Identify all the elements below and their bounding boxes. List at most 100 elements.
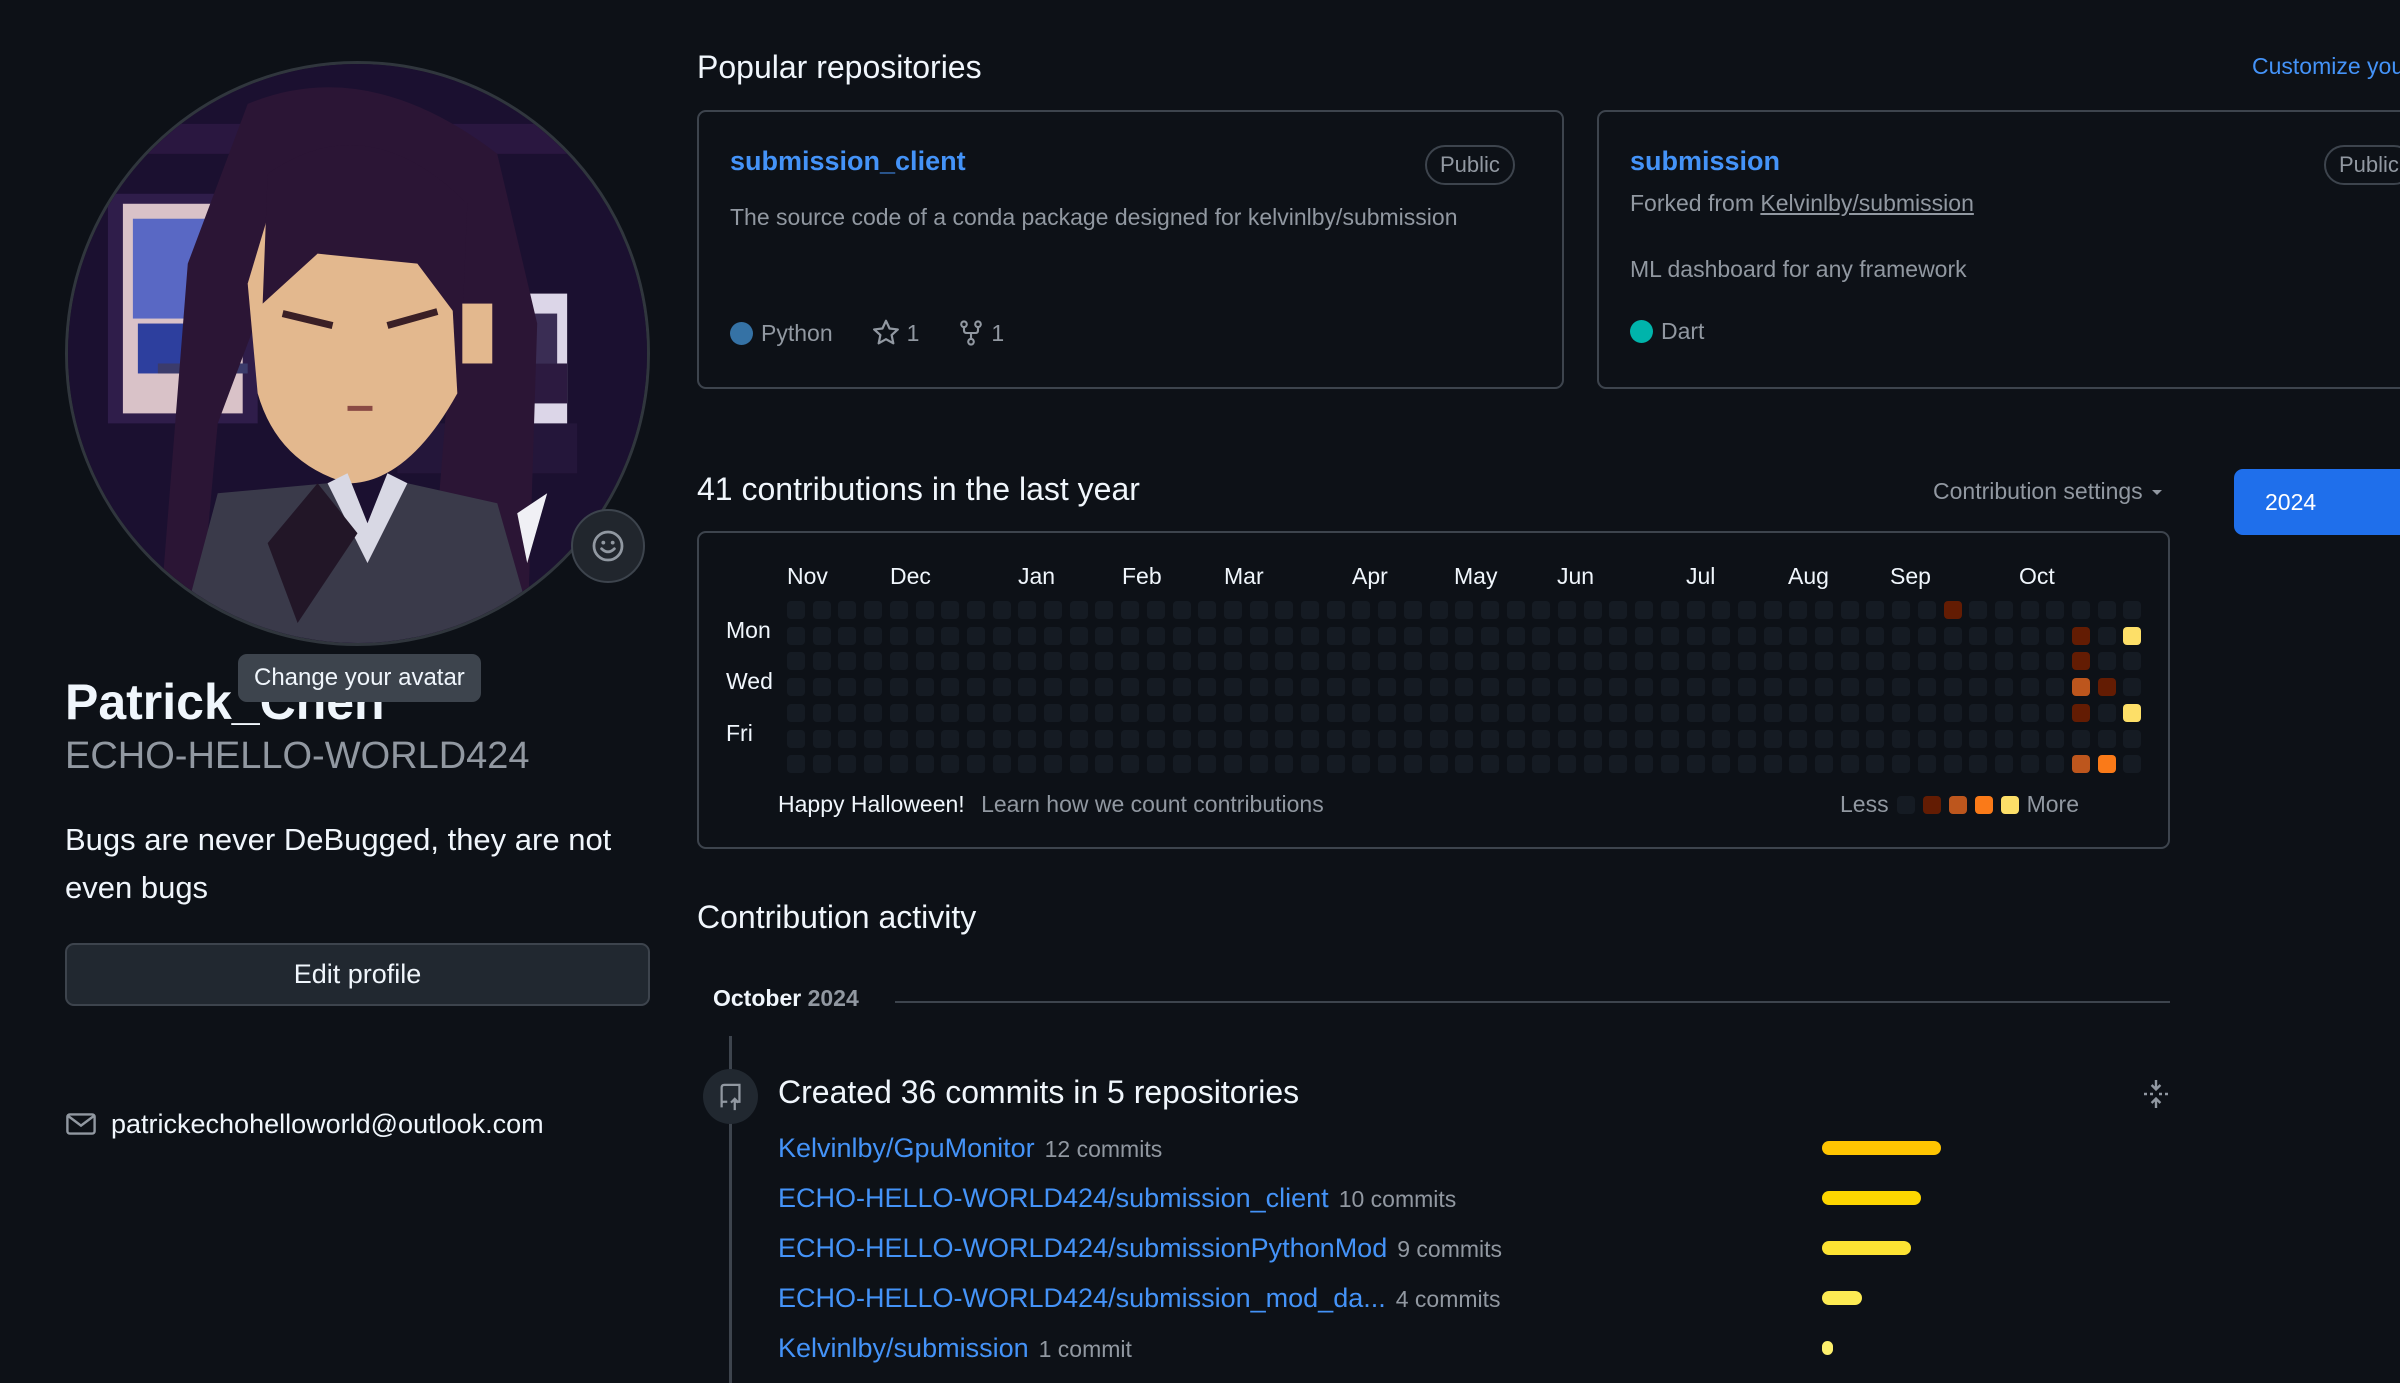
edit-profile-button[interactable]: Edit profile (65, 943, 650, 1006)
contribution-day-cell[interactable] (1044, 729, 1062, 748)
contribution-day-cell[interactable] (992, 601, 1011, 619)
contribution-day-cell[interactable] (1301, 626, 1319, 645)
contribution-day-cell[interactable] (1969, 652, 1988, 671)
contribution-day-cell[interactable] (1660, 652, 1679, 671)
contribution-day-cell[interactable] (1558, 601, 1576, 619)
contribution-day-cell[interactable] (1480, 601, 1499, 619)
contribution-day-cell[interactable] (992, 703, 1011, 722)
contribution-day-cell[interactable] (1275, 626, 1294, 645)
contribution-day-cell[interactable] (1635, 601, 1654, 619)
contribution-day-cell[interactable] (2097, 678, 2116, 697)
contribution-day-cell[interactable] (1378, 729, 1397, 748)
contribution-day-cell[interactable] (1069, 729, 1088, 748)
contribution-day-cell[interactable] (812, 729, 831, 748)
contribution-day-cell[interactable] (1686, 601, 1705, 619)
contribution-day-cell[interactable] (1583, 755, 1602, 774)
contribution-day-cell[interactable] (1994, 601, 2013, 619)
contribution-day-cell[interactable] (1532, 703, 1551, 722)
contribution-day-cell[interactable] (1969, 755, 1988, 774)
contribution-day-cell[interactable] (1480, 729, 1499, 748)
contribution-day-cell[interactable] (1146, 729, 1165, 748)
contribution-day-cell[interactable] (812, 755, 831, 774)
contribution-day-cell[interactable] (1121, 678, 1140, 697)
contribution-day-cell[interactable] (1172, 626, 1191, 645)
contribution-day-cell[interactable] (1069, 652, 1088, 671)
contribution-day-cell[interactable] (1763, 703, 1782, 722)
contribution-day-cell[interactable] (1506, 678, 1525, 697)
contribution-day-cell[interactable] (2046, 678, 2065, 697)
contribution-day-cell[interactable] (1892, 601, 1911, 619)
contribution-day-cell[interactable] (1480, 626, 1499, 645)
contribution-day-cell[interactable] (787, 678, 805, 697)
contribution-day-cell[interactable] (812, 601, 831, 619)
contribution-day-cell[interactable] (941, 601, 960, 619)
contribution-day-cell[interactable] (1737, 703, 1756, 722)
contribution-day-cell[interactable] (1223, 755, 1242, 774)
email-link[interactable]: patrickechohelloworld@outlook.com (111, 1109, 544, 1140)
contribution-day-cell[interactable] (2123, 626, 2142, 645)
contribution-day-cell[interactable] (1737, 652, 1756, 671)
contribution-day-cell[interactable] (1994, 755, 2013, 774)
contribution-day-cell[interactable] (1892, 626, 1911, 645)
contribution-day-cell[interactable] (1892, 703, 1911, 722)
contribution-day-cell[interactable] (1018, 755, 1037, 774)
contribution-day-cell[interactable] (1249, 678, 1268, 697)
contribution-day-cell[interactable] (1301, 755, 1319, 774)
contribution-day-cell[interactable] (1301, 678, 1319, 697)
contribution-day-cell[interactable] (1223, 729, 1242, 748)
contribution-day-cell[interactable] (1866, 729, 1885, 748)
contribution-day-cell[interactable] (1429, 601, 1448, 619)
contribution-day-cell[interactable] (1044, 703, 1062, 722)
contribution-day-cell[interactable] (1866, 755, 1885, 774)
contribution-day-cell[interactable] (1172, 601, 1191, 619)
contribution-day-cell[interactable] (1044, 601, 1062, 619)
contribution-day-cell[interactable] (2020, 703, 2039, 722)
collapse-toggle[interactable] (2140, 1078, 2172, 1115)
contribution-day-cell[interactable] (1455, 755, 1474, 774)
contribution-day-cell[interactable] (1660, 703, 1679, 722)
contribution-day-cell[interactable] (1532, 601, 1551, 619)
contribution-day-cell[interactable] (1635, 755, 1654, 774)
contribution-day-cell[interactable] (1583, 601, 1602, 619)
contribution-day-cell[interactable] (1609, 729, 1628, 748)
contribution-day-cell[interactable] (838, 652, 857, 671)
contribution-day-cell[interactable] (1352, 703, 1371, 722)
contribution-day-cell[interactable] (1326, 652, 1345, 671)
contribution-day-cell[interactable] (838, 678, 857, 697)
contribution-day-cell[interactable] (2020, 626, 2039, 645)
contribution-day-cell[interactable] (1480, 678, 1499, 697)
contribution-day-cell[interactable] (1583, 626, 1602, 645)
contribution-day-cell[interactable] (1455, 626, 1474, 645)
contribution-day-cell[interactable] (1095, 678, 1114, 697)
contribution-day-cell[interactable] (1121, 703, 1140, 722)
contribution-day-cell[interactable] (1969, 678, 1988, 697)
contribution-day-cell[interactable] (1198, 652, 1217, 671)
year-2024-button[interactable]: 2024 (2234, 469, 2400, 535)
contribution-day-cell[interactable] (864, 755, 883, 774)
contribution-day-cell[interactable] (1866, 678, 1885, 697)
contribution-day-cell[interactable] (1840, 678, 1859, 697)
contribution-day-cell[interactable] (889, 729, 908, 748)
contribution-day-cell[interactable] (1301, 703, 1319, 722)
contribution-day-cell[interactable] (1840, 601, 1859, 619)
contribution-day-cell[interactable] (1275, 755, 1294, 774)
contribution-day-cell[interactable] (1660, 755, 1679, 774)
activity-repo-link[interactable]: ECHO-HELLO-WORLD424/submissionPythonMod (778, 1233, 1387, 1263)
activity-repo-link[interactable]: ECHO-HELLO-WORLD424/submission_client (778, 1183, 1329, 1213)
contribution-day-cell[interactable] (1866, 626, 1885, 645)
contribution-day-cell[interactable] (2020, 755, 2039, 774)
contribution-day-cell[interactable] (1146, 626, 1165, 645)
contribution-day-cell[interactable] (1712, 626, 1731, 645)
contribution-day-cell[interactable] (1121, 729, 1140, 748)
contribution-day-cell[interactable] (1840, 703, 1859, 722)
contribution-day-cell[interactable] (1429, 755, 1448, 774)
contribution-day-cell[interactable] (1198, 729, 1217, 748)
contribution-day-cell[interactable] (838, 703, 857, 722)
contribution-day-cell[interactable] (1275, 703, 1294, 722)
contribution-day-cell[interactable] (1892, 729, 1911, 748)
contribution-day-cell[interactable] (1994, 703, 2013, 722)
contribution-day-cell[interactable] (1969, 601, 1988, 619)
forked-from-link[interactable]: Kelvinlby/submission (1760, 190, 1973, 216)
contribution-day-cell[interactable] (2123, 755, 2142, 774)
contribution-day-cell[interactable] (1917, 678, 1936, 697)
